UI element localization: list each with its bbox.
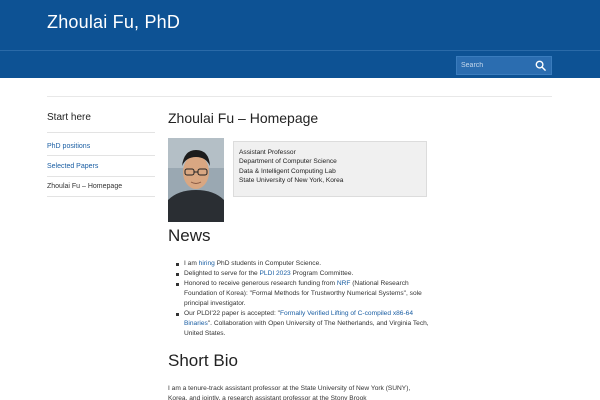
news-list: I am hiring PhD students in Computer Sci…	[176, 259, 431, 339]
sidebar-item-label[interactable]: Selected Papers	[47, 163, 98, 170]
bio-heading: Short Bio	[168, 351, 238, 370]
info-line-department: Department of Computer Science	[239, 158, 337, 166]
header-divider	[0, 50, 600, 51]
pldi-2023-link[interactable]: PLDI 2023	[260, 270, 291, 277]
affiliation-box: Assistant Professor Department of Comput…	[233, 141, 427, 197]
search-box[interactable]	[456, 56, 552, 75]
search-icon[interactable]	[535, 60, 546, 71]
sidebar-item-label[interactable]: PhD positions	[47, 143, 90, 150]
news-heading: News	[168, 226, 211, 245]
sidebar-item-label: Zhoulai Fu – Homepage	[47, 183, 123, 190]
profile-photo	[168, 138, 224, 222]
info-line-title: Assistant Professor	[239, 149, 296, 156]
list-item: Delighted to serve for the PLDI 2023 Pro…	[176, 269, 431, 279]
page-title: Zhoulai Fu – Homepage	[168, 110, 319, 126]
content-divider	[47, 96, 552, 97]
sidebar-item-homepage: Zhoulai Fu – Homepage	[47, 183, 122, 190]
list-item: I am hiring PhD students in Computer Sci…	[176, 259, 431, 269]
sidebar-divider	[47, 132, 155, 133]
sidebar-item-phd-positions[interactable]: PhD positions	[47, 143, 90, 150]
info-line-university: State University of New York, Korea	[239, 176, 344, 184]
hiring-link[interactable]: hiring	[199, 260, 215, 267]
site-header: Zhoulai Fu, PhD	[0, 0, 600, 78]
list-item: Our PLDI'22 paper is accepted: "Formally…	[176, 309, 431, 339]
nrf-link[interactable]: NRF	[337, 280, 351, 287]
sidebar-divider	[47, 155, 155, 156]
info-line-lab: Data & Intelligent Computing Lab	[239, 167, 336, 175]
search-input[interactable]	[457, 57, 533, 74]
portrait-image	[168, 138, 224, 222]
sidebar-divider	[47, 176, 155, 177]
sidebar-heading: Start here	[47, 112, 91, 123]
bio-text: I am a tenure-track assistant professor …	[168, 385, 411, 400]
site-title[interactable]: Zhoulai Fu, PhD	[47, 12, 180, 33]
list-item: Honored to receive generous research fun…	[176, 279, 431, 309]
sidebar-divider	[47, 196, 155, 197]
sidebar-item-selected-papers[interactable]: Selected Papers	[47, 163, 98, 170]
